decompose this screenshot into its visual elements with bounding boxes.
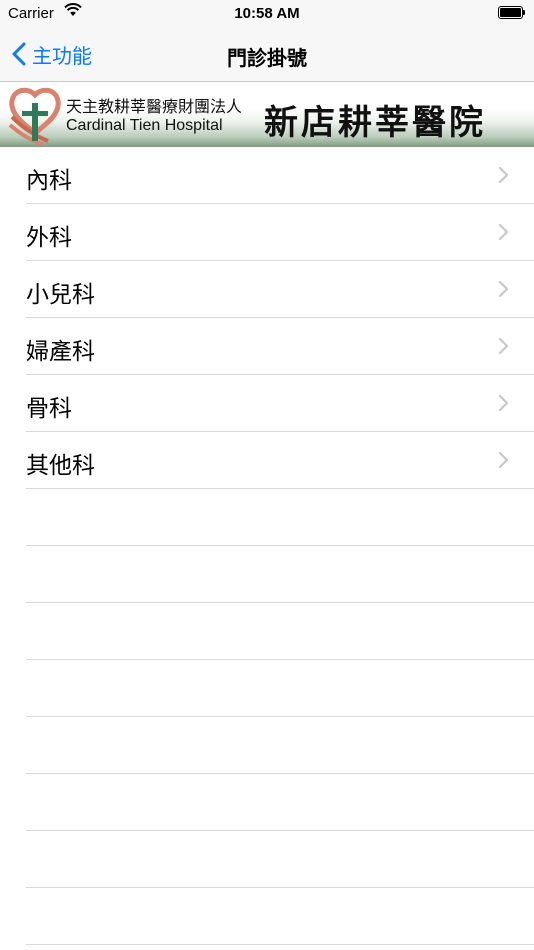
list-item-label: 其他科 bbox=[26, 453, 95, 479]
empty-row bbox=[26, 660, 534, 717]
list-item-label: 骨科 bbox=[26, 396, 72, 422]
department-list: 內科 外科 小兒科 婦產科 骨科 其他科 bbox=[0, 147, 534, 945]
list-item[interactable]: 婦產科 bbox=[26, 318, 534, 375]
list-item-label: 內科 bbox=[26, 168, 72, 194]
list-item-label: 婦產科 bbox=[26, 339, 95, 365]
empty-row bbox=[26, 717, 534, 774]
english-hospital-name: Cardinal Tien Hospital bbox=[66, 117, 223, 134]
list-item[interactable]: 小兒科 bbox=[26, 261, 534, 318]
empty-row bbox=[26, 546, 534, 603]
chevron-right-icon bbox=[498, 280, 509, 302]
battery-icon bbox=[498, 6, 526, 19]
list-item[interactable]: 內科 bbox=[26, 147, 534, 204]
hospital-logo-icon bbox=[8, 87, 62, 147]
status-bar: Carrier 10:58 AM bbox=[0, 0, 534, 28]
empty-row bbox=[26, 603, 534, 660]
empty-row bbox=[26, 831, 534, 888]
chevron-right-icon bbox=[498, 394, 509, 416]
chevron-right-icon bbox=[498, 451, 509, 473]
list-item-label: 外科 bbox=[26, 225, 72, 251]
chevron-right-icon bbox=[498, 166, 509, 188]
empty-row bbox=[26, 774, 534, 831]
chevron-right-icon bbox=[498, 223, 509, 245]
hospital-banner: 天主教耕莘醫療財團法人 Cardinal Tien Hospital 新店耕莘醫… bbox=[0, 83, 534, 147]
navigation-bar: 主功能 門診掛號 bbox=[0, 28, 534, 82]
list-item[interactable]: 外科 bbox=[26, 204, 534, 261]
page-title: 門診掛號 bbox=[227, 46, 307, 70]
organization-name: 天主教耕莘醫療財團法人 bbox=[66, 97, 243, 116]
list-item-label: 小兒科 bbox=[26, 282, 95, 308]
list-item[interactable]: 骨科 bbox=[26, 375, 534, 432]
clock-time: 10:58 AM bbox=[234, 5, 300, 22]
empty-row bbox=[26, 489, 534, 546]
empty-row bbox=[26, 888, 534, 945]
hospital-name: 新店耕莘醫院 bbox=[264, 103, 486, 143]
chevron-right-icon bbox=[498, 337, 509, 359]
list-item[interactable]: 其他科 bbox=[26, 432, 534, 489]
